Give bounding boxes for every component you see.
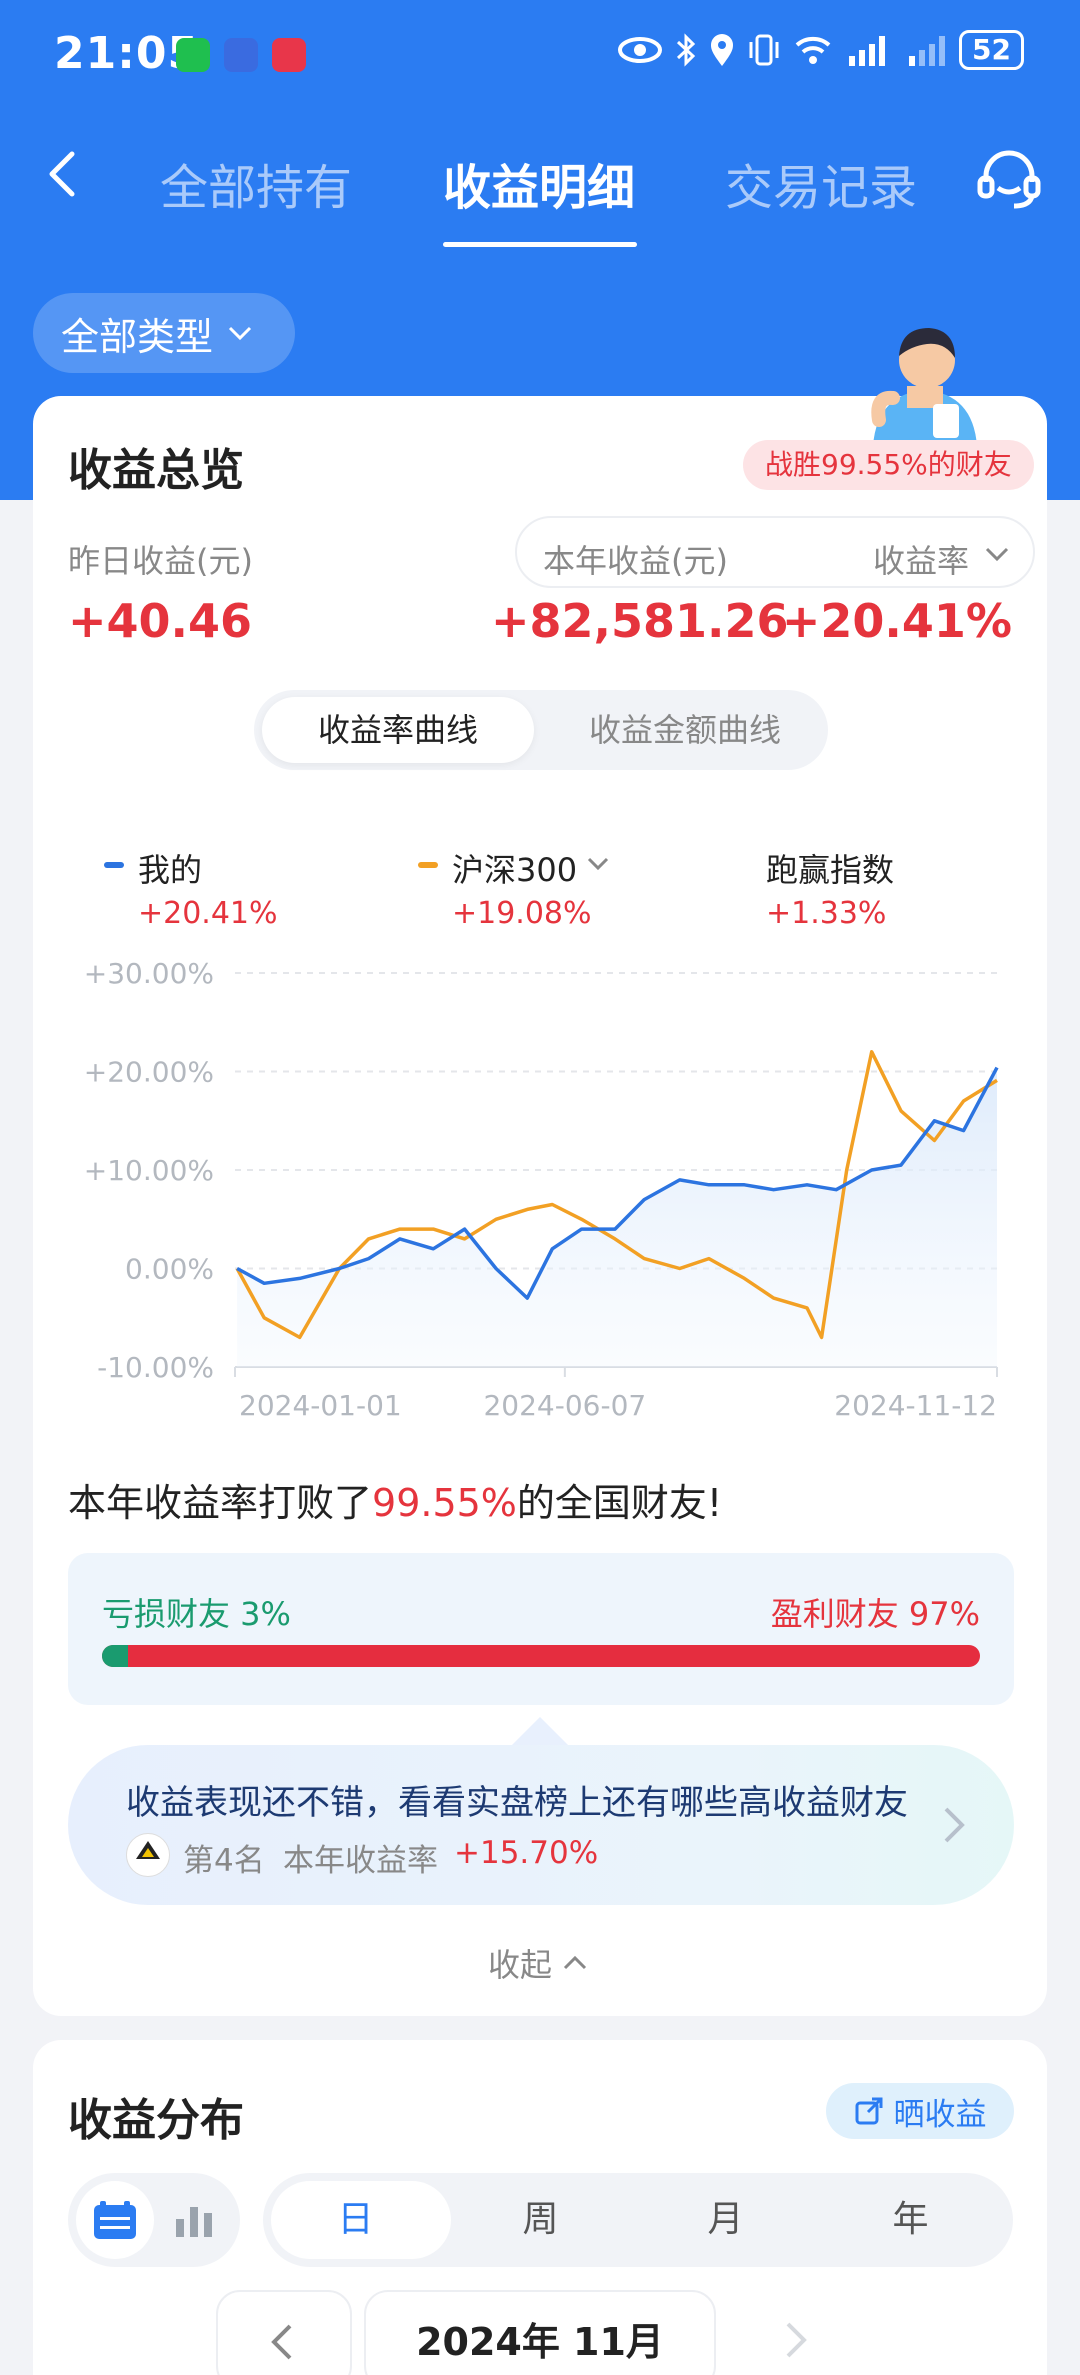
location-icon bbox=[711, 34, 734, 66]
x-tick-label: 2024-11-12 bbox=[834, 1389, 997, 1422]
promo-text: 收益表现还不错，看看实盘榜上还有哪些高收益财友 bbox=[126, 1783, 908, 1823]
legend-index-name[interactable]: 沪深300 bbox=[452, 845, 577, 891]
beat-suffix: 的全国财友! bbox=[516, 1481, 723, 1525]
year-value: +82,581.26 bbox=[491, 594, 789, 648]
tab-amount-curve[interactable]: 收益金额曲线 bbox=[542, 690, 828, 770]
legend-index-value: +19.08% bbox=[452, 896, 592, 931]
yesterday-label: 昨日收益(元) bbox=[68, 542, 253, 580]
rate-value: +20.41% bbox=[781, 594, 1012, 648]
tab-day[interactable]: 日 bbox=[263, 2173, 448, 2267]
month-selector[interactable]: 2024年 11月 bbox=[364, 2290, 716, 2375]
tab-week[interactable]: 周 bbox=[448, 2173, 633, 2267]
next-month-button bbox=[728, 2290, 864, 2375]
legend-mine-value: +20.41% bbox=[138, 896, 278, 931]
bluetooth-icon bbox=[677, 33, 696, 67]
y-tick-label: -10.00% bbox=[97, 1351, 214, 1384]
active-tab-indicator bbox=[443, 242, 637, 247]
beat-percentage: 99.55% bbox=[372, 1481, 517, 1525]
profit-distribution-box: 亏损财友 3% 盈利财友 97% bbox=[68, 1553, 1014, 1705]
status-bar: 21:05 52 bbox=[0, 0, 1080, 110]
mascot-illustration bbox=[871, 328, 977, 446]
rank-user-avatar bbox=[126, 1833, 170, 1877]
customer-service-icon[interactable] bbox=[974, 144, 1044, 214]
prev-month-button[interactable] bbox=[216, 2290, 352, 2375]
x-tick-label: 2024-06-07 bbox=[483, 1389, 646, 1422]
share-label: 晒收益 bbox=[893, 2096, 987, 2133]
battery-indicator: 52 bbox=[959, 30, 1024, 70]
leaderboard-promo[interactable]: 收益表现还不错，看看实盘榜上还有哪些高收益财友 第4名 本年收益率 +15.70… bbox=[68, 1745, 1014, 1905]
y-tick-label: 0.00% bbox=[125, 1253, 214, 1286]
wifi-icon bbox=[795, 36, 831, 64]
calendar-icon[interactable] bbox=[92, 2199, 138, 2241]
rate-label[interactable]: 收益率 bbox=[873, 536, 969, 582]
period-tabs: 日 周 月 年 bbox=[263, 2173, 1013, 2267]
type-filter-dropdown[interactable]: 全部类型 bbox=[33, 293, 295, 373]
year-label: 本年收益(元) bbox=[543, 542, 728, 580]
legend-mine-name: 我的 bbox=[138, 851, 203, 889]
beat-prefix: 本年收益率打败了 bbox=[68, 1481, 373, 1525]
eye-icon bbox=[618, 37, 663, 63]
distribution-title: 收益分布 bbox=[68, 2095, 244, 2146]
legend-excess-value: +1.33% bbox=[766, 896, 887, 931]
x-tick-label: 2024-01-01 bbox=[239, 1389, 402, 1422]
share-icon bbox=[855, 2097, 882, 2125]
rate-chevron-down-icon bbox=[985, 547, 1009, 562]
rank-position: 第4名 bbox=[183, 1843, 265, 1879]
chevron-right-disabled-icon bbox=[786, 2322, 807, 2358]
collapse-label: 收起 bbox=[488, 1946, 553, 1984]
y-tick-label: +30.00% bbox=[84, 957, 214, 990]
share-profit-button[interactable]: 晒收益 bbox=[826, 2083, 1014, 2139]
wechat-icon bbox=[176, 38, 210, 72]
view-mode-toggle bbox=[68, 2173, 240, 2267]
y-tick-label: +20.00% bbox=[84, 1056, 214, 1089]
app-notification-icon bbox=[224, 38, 258, 72]
type-filter-label: 全部类型 bbox=[61, 314, 214, 359]
loss-label: 亏损财友 3% bbox=[102, 1595, 291, 1633]
xiaohongshu-icon bbox=[272, 38, 306, 72]
tab-rate-curve[interactable]: 收益率曲线 bbox=[254, 690, 542, 770]
profit-ratio-bar bbox=[102, 1645, 980, 1667]
user-logo-icon bbox=[136, 1841, 160, 1859]
overview-title: 收益总览 bbox=[68, 445, 244, 496]
curve-toggle: 收益率曲线 收益金额曲线 bbox=[254, 690, 828, 770]
tab-profit-detail[interactable]: 收益明细 bbox=[443, 148, 635, 218]
tab-year[interactable]: 年 bbox=[818, 2173, 1003, 2267]
tab-transactions[interactable]: 交易记录 bbox=[725, 148, 917, 218]
tab-holdings[interactable]: 全部持有 bbox=[160, 148, 352, 218]
profit-label: 盈利财友 97% bbox=[770, 1595, 980, 1633]
rank-value: +15.70% bbox=[454, 1835, 599, 1871]
rank-metric: 本年收益率 bbox=[283, 1843, 438, 1879]
bar-chart-icon[interactable] bbox=[172, 2201, 218, 2239]
signal-4g-icon bbox=[849, 36, 886, 66]
legend-index-marker bbox=[418, 862, 438, 868]
top-nav: 全部持有 收益明细 交易记录 bbox=[0, 130, 1080, 250]
chevron-up-icon bbox=[563, 1955, 587, 1970]
series-mine-area bbox=[237, 1067, 998, 1367]
chevron-down-icon bbox=[228, 326, 252, 341]
yesterday-value: +40.46 bbox=[68, 594, 253, 648]
chevron-right-icon bbox=[944, 1807, 965, 1843]
beat-statement: 本年收益率打败了99.55%的全国财友! bbox=[68, 1472, 722, 1527]
back-arrow-icon[interactable] bbox=[34, 144, 94, 204]
profit-rate-chart: +30.00% +20.00% +10.00% 0.00% -10.00% 2024-01… bbox=[84, 957, 999, 1422]
signal-weak-icon bbox=[909, 36, 946, 66]
vibrate-icon bbox=[749, 34, 779, 66]
y-tick-label: +10.00% bbox=[84, 1154, 214, 1187]
legend-mine-marker bbox=[104, 862, 124, 868]
beat-badge: 战胜99.55%的财友 bbox=[743, 440, 1034, 490]
index-chevron-down-icon[interactable] bbox=[586, 856, 610, 872]
legend-excess-name: 跑赢指数 bbox=[766, 851, 895, 889]
tab-month[interactable]: 月 bbox=[633, 2173, 818, 2267]
chevron-left-icon bbox=[271, 2324, 292, 2360]
collapse-toggle[interactable]: 收起 bbox=[488, 1940, 588, 1986]
loss-ratio-fill bbox=[102, 1645, 129, 1667]
